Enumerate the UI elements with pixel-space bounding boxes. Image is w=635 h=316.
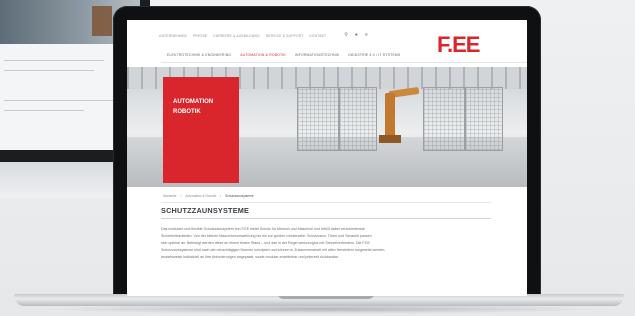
robot-base-image [379,135,401,143]
search-icon[interactable]: ⚲ [344,32,348,38]
safety-fence-image [423,87,465,151]
paragraph-line: Das modulare und flexible Schutzzaunsyst… [161,227,365,231]
breadcrumb-item[interactable]: Automation & Robotik [185,194,216,198]
breadcrumb-separator: / [180,194,182,198]
utility-link[interactable]: UNTERNEHMEN [159,34,187,38]
breadcrumb-current: Schutzzaunsysteme [225,194,254,198]
breadcrumb: Startseite / Automation & Robotik / Schu… [163,194,254,198]
hero-title-box: AUTOMATION ROBOTIK [163,77,239,183]
utility-link[interactable]: SERVICE & SUPPORT [266,34,304,38]
utility-link[interactable]: PRESSE [193,34,208,38]
robot-image [385,93,395,139]
laptop-screen: UNTERNEHMEN PRESSE KARRIERE & AUSBILDUNG… [127,20,527,296]
body-paragraph: Das modulare und flexible Schutzzaunsyst… [161,226,491,261]
paragraph-line: bedarfsweise individuell an Ihre Anforde… [161,255,339,259]
title-divider [161,218,491,219]
utility-icons: ⚲ ● ≡ [344,32,368,38]
utility-link[interactable]: KARRIERE & AUSBILDUNG [213,34,259,38]
paragraph-line: Schutzzaunsysteme sind nach den einschlä… [161,248,386,252]
language-icon[interactable]: ● [355,32,358,38]
page-title: SCHUTZZAUNSYSTEME [161,206,250,215]
hero-banner: AUTOMATION ROBOTIK [127,67,527,187]
paragraph-line: sich optimal an. Befestigt werden diese … [161,241,370,245]
utility-link[interactable]: KONTAKT [310,34,327,38]
menu-icon[interactable]: ≡ [365,32,368,38]
nav-divider [161,62,527,63]
breadcrumb-separator: / [220,194,222,198]
utility-links: UNTERNEHMEN PRESSE KARRIERE & AUSBILDUNG… [159,34,326,38]
breadcrumb-item[interactable]: Startseite [163,194,176,198]
paragraph-line: Sicherheitskriterien. Von der kleinen Ma… [161,234,372,238]
safety-fence-image [339,87,377,151]
safety-fence-image [297,87,339,151]
safety-fence-image [465,87,503,151]
hero-title-line1: AUTOMATION [173,99,214,105]
breadcrumb-divider [161,202,491,203]
hero-title-line2: ROBOTIK [173,109,201,115]
